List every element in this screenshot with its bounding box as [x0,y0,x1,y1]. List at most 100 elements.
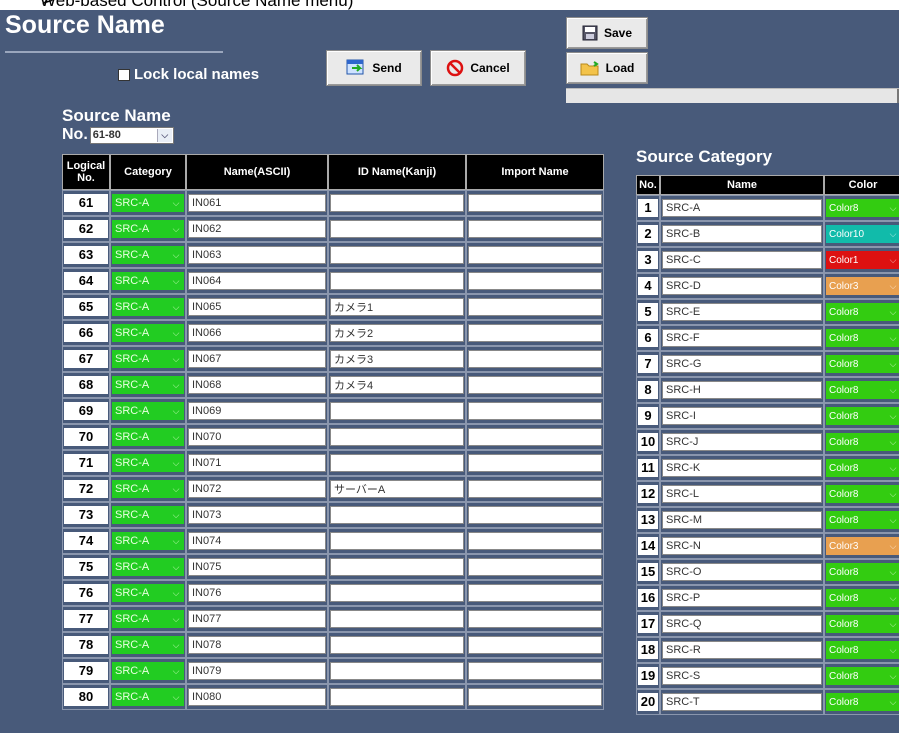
category-select[interactable]: SRC-A ⌵ [112,610,184,628]
name-ascii-input[interactable]: IN067 [188,350,326,368]
import-name-input[interactable] [468,636,602,654]
category-name-input[interactable]: SRC-P [662,589,822,607]
category-select[interactable]: SRC-A ⌵ [112,246,184,264]
id-name-kanji-input[interactable] [330,610,464,628]
id-name-kanji-input[interactable] [330,246,464,264]
id-name-kanji-input[interactable]: カメラ3 [330,350,464,368]
category-name-input[interactable]: SRC-H [662,381,822,399]
category-select[interactable]: SRC-A ⌵ [112,662,184,680]
category-select[interactable]: SRC-A ⌵ [112,194,184,212]
name-ascii-input[interactable]: IN080 [188,688,326,706]
send-button[interactable]: Send [326,50,422,86]
name-ascii-input[interactable]: IN073 [188,506,326,524]
name-ascii-input[interactable]: IN078 [188,636,326,654]
color-select[interactable]: Color8 ⌵ [826,641,899,659]
category-select[interactable]: SRC-A ⌵ [112,220,184,238]
color-select[interactable]: Color8 ⌵ [826,563,899,581]
color-select[interactable]: Color8 ⌵ [826,693,899,711]
color-select[interactable]: Color8 ⌵ [826,355,899,373]
category-select[interactable]: SRC-A ⌵ [112,454,184,472]
color-select[interactable]: Color8 ⌵ [826,667,899,685]
id-name-kanji-input[interactable] [330,662,464,680]
import-name-input[interactable] [468,558,602,576]
category-select[interactable]: SRC-A ⌵ [112,636,184,654]
id-name-kanji-input[interactable] [330,272,464,290]
category-name-input[interactable]: SRC-O [662,563,822,581]
category-select[interactable]: SRC-A ⌵ [112,298,184,316]
category-name-input[interactable]: SRC-L [662,485,822,503]
import-name-input[interactable] [468,454,602,472]
import-name-input[interactable] [468,324,602,342]
category-name-input[interactable]: SRC-F [662,329,822,347]
category-name-input[interactable]: SRC-B [662,225,822,243]
category-name-input[interactable]: SRC-J [662,433,822,451]
category-name-input[interactable]: SRC-S [662,667,822,685]
category-name-input[interactable]: SRC-R [662,641,822,659]
category-name-input[interactable]: SRC-N [662,537,822,555]
category-select[interactable]: SRC-A ⌵ [112,584,184,602]
color-select[interactable]: Color8 ⌵ [826,589,899,607]
name-ascii-input[interactable]: IN070 [188,428,326,446]
import-name-input[interactable] [468,402,602,420]
category-select[interactable]: SRC-A ⌵ [112,350,184,368]
name-ascii-input[interactable]: IN062 [188,220,326,238]
save-button[interactable]: Save [566,17,648,49]
id-name-kanji-input[interactable] [330,194,464,212]
id-name-kanji-input[interactable] [330,454,464,472]
name-ascii-input[interactable]: IN065 [188,298,326,316]
category-select[interactable]: SRC-A ⌵ [112,272,184,290]
id-name-kanji-input[interactable]: カメラ1 [330,298,464,316]
color-select[interactable]: Color8 ⌵ [826,459,899,477]
import-name-input[interactable] [468,610,602,628]
id-name-kanji-input[interactable] [330,506,464,524]
category-name-input[interactable]: SRC-G [662,355,822,373]
color-select[interactable]: Color3 ⌵ [826,277,899,295]
id-name-kanji-input[interactable]: カメラ4 [330,376,464,394]
name-ascii-input[interactable]: IN063 [188,246,326,264]
name-ascii-input[interactable]: IN079 [188,662,326,680]
name-ascii-input[interactable]: IN075 [188,558,326,576]
color-select[interactable]: Color10 ⌵ [826,225,899,243]
import-name-input[interactable] [468,584,602,602]
category-select[interactable]: SRC-A ⌵ [112,688,184,706]
category-name-input[interactable]: SRC-M [662,511,822,529]
category-name-input[interactable]: SRC-D [662,277,822,295]
category-select[interactable]: SRC-A ⌵ [112,558,184,576]
color-select[interactable]: Color8 ⌵ [826,381,899,399]
color-select[interactable]: Color3 ⌵ [826,537,899,555]
import-name-input[interactable] [468,480,602,498]
category-name-input[interactable]: SRC-E [662,303,822,321]
range-select[interactable]: 61-80 ⌵ [89,126,174,144]
import-name-input[interactable] [468,298,602,316]
color-select[interactable]: Color8 ⌵ [826,199,899,217]
name-ascii-input[interactable]: IN072 [188,480,326,498]
id-name-kanji-input[interactable] [330,428,464,446]
lock-local-names-checkbox[interactable]: Lock local names [118,66,259,83]
color-select[interactable]: Color8 ⌵ [826,329,899,347]
id-name-kanji-input[interactable] [330,688,464,706]
import-name-input[interactable] [468,428,602,446]
id-name-kanji-input[interactable] [330,636,464,654]
import-name-input[interactable] [468,272,602,290]
category-select[interactable]: SRC-A ⌵ [112,428,184,446]
color-select[interactable]: Color8 ⌵ [826,615,899,633]
id-name-kanji-input[interactable] [330,220,464,238]
name-ascii-input[interactable]: IN068 [188,376,326,394]
import-name-input[interactable] [468,376,602,394]
import-name-input[interactable] [468,506,602,524]
import-name-input[interactable] [468,688,602,706]
id-name-kanji-input[interactable]: サーバーA [330,480,464,498]
id-name-kanji-input[interactable] [330,584,464,602]
category-name-input[interactable]: SRC-K [662,459,822,477]
name-ascii-input[interactable]: IN077 [188,610,326,628]
color-select[interactable]: Color8 ⌵ [826,407,899,425]
category-name-input[interactable]: SRC-I [662,407,822,425]
import-name-input[interactable] [468,194,602,212]
category-select[interactable]: SRC-A ⌵ [112,402,184,420]
color-select[interactable]: Color1 ⌵ [826,251,899,269]
category-select[interactable]: SRC-A ⌵ [112,376,184,394]
category-select[interactable]: SRC-A ⌵ [112,324,184,342]
category-name-input[interactable]: SRC-Q [662,615,822,633]
import-name-input[interactable] [468,532,602,550]
category-select[interactable]: SRC-A ⌵ [112,480,184,498]
